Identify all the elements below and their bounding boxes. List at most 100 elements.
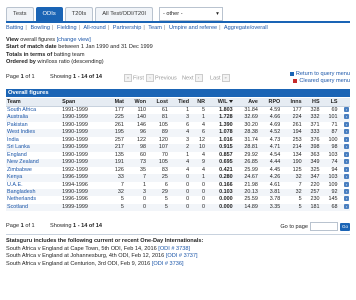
match-link[interactable]: [ODI # 3737] <box>166 253 198 259</box>
cell-ls: 92 <box>320 188 339 197</box>
cell-inns: 253 <box>292 136 302 143</box>
cell-ls: 98 <box>320 144 339 152</box>
tab-tests[interactable]: Tests <box>6 7 34 21</box>
row-details-icon[interactable]: › <box>344 114 349 120</box>
cell-rpo: 4.45 <box>269 166 281 173</box>
page-label-bottom: Page <box>6 223 20 229</box>
row-details-icon[interactable]: › <box>344 151 349 157</box>
tab-t20is[interactable]: T20Is <box>64 7 94 21</box>
last-button[interactable]: Last» <box>210 74 231 82</box>
row-details-icon[interactable]: › <box>344 159 349 165</box>
table-row: Scotland 1999-1999 5 0 5 0 0 0.000 14.89 3.35 5 181… <box>6 203 350 212</box>
cell-nr: 0 <box>190 203 207 212</box>
row-details-icon[interactable]: › <box>344 136 349 142</box>
showing-indicator: Showing 1 - 14 of 14 <box>50 74 102 80</box>
cell-won: 146 <box>137 121 147 128</box>
row-details-icon[interactable]: › <box>344 174 349 180</box>
nav-partnership[interactable]: Partnership <box>113 25 142 31</box>
row-details-icon[interactable]: › <box>344 181 349 187</box>
return-query-link[interactable]: Return to query menu <box>296 71 350 77</box>
column-header-ave[interactable]: Ave <box>233 98 259 107</box>
goto-page: Go to page Go <box>280 222 350 231</box>
cell-team[interactable]: Netherlands <box>6 196 61 203</box>
row-details-cell: › <box>338 174 350 182</box>
cell-ave: 26.85 <box>233 159 259 167</box>
other-format-select[interactable]: - other - ▾ <box>158 7 223 21</box>
next-button[interactable]: Next › <box>182 74 204 82</box>
row-details-icon[interactable]: › <box>344 166 349 172</box>
nav-all-round[interactable]: All-round <box>83 25 105 31</box>
go-button[interactable]: Go <box>340 222 350 231</box>
column-header-wl[interactable]: W/L <box>206 98 234 107</box>
table-body: South Africa 1991-1999 177 110 61 1 5 1.803 31.8… <box>6 107 350 212</box>
nav-umpire-referee[interactable]: Umpire and referee <box>169 25 217 31</box>
cell-team[interactable]: U.A.E. <box>6 182 61 189</box>
column-header-won[interactable]: Won <box>124 98 148 107</box>
row-details-icon[interactable]: › <box>344 203 349 209</box>
cell-team[interactable]: Bangladesh <box>6 188 62 197</box>
cell-ave: 29.92 <box>244 151 258 158</box>
match-link[interactable]: [ODI # 3738] <box>158 246 190 252</box>
column-header-mat[interactable]: Mat <box>106 98 125 107</box>
column-header-hs[interactable]: HS <box>302 98 321 107</box>
nav-bowling[interactable]: Bowling <box>30 25 50 31</box>
row-details-icon[interactable]: › <box>344 196 349 202</box>
goto-page-input[interactable] <box>310 222 338 231</box>
nav-aggregate[interactable]: Aggregate/overall <box>224 25 268 31</box>
showing-indicator-bottom: Showing 1 - 14 of 14 <box>50 223 102 229</box>
cell-mat: 5 <box>106 203 125 212</box>
previous-button[interactable]: ‹ Previous <box>146 74 177 82</box>
cell-lost: 107 <box>147 144 169 152</box>
cell-team[interactable]: South Africa <box>6 107 61 115</box>
change-view-link[interactable]: [change view] <box>57 37 91 43</box>
match-link[interactable]: [ODI # 3736] <box>152 261 184 267</box>
cell-team[interactable]: England <box>6 152 61 159</box>
cell-ave: 30.20 <box>244 121 258 128</box>
table-row: Sri Lanka 1990-1999 217 98 107 2 10 0.915 28.81 4… <box>6 144 350 152</box>
cell-ave: 31.84 <box>244 107 258 113</box>
column-header-ls[interactable]: LS <box>320 98 339 107</box>
cell-team[interactable]: Zimbabwe <box>6 167 61 174</box>
column-header-nr[interactable]: NR <box>190 98 207 107</box>
row-details-icon[interactable]: › <box>344 107 349 112</box>
cell-nr: 4 <box>202 121 206 128</box>
cell-team[interactable]: Kenya <box>6 174 62 182</box>
cell-team[interactable]: Pakistan <box>6 122 61 129</box>
tab-odis[interactable]: ODIs <box>35 7 63 21</box>
date-line: Start of match date between 1 Jan 1990 a… <box>6 44 153 51</box>
cell-team[interactable]: West Indies <box>6 129 62 137</box>
row-details-icon[interactable]: › <box>344 129 349 135</box>
row-details-cell: › <box>338 159 350 167</box>
column-header-lost[interactable]: Lost <box>147 98 169 107</box>
cell-nr: 0 <box>202 196 206 203</box>
row-details-icon[interactable]: › <box>344 188 349 194</box>
cell-team[interactable]: Sri Lanka <box>6 144 62 152</box>
cell-ave: 31.74 <box>244 136 258 143</box>
cell-mat: 191 <box>106 159 125 167</box>
cell-team[interactable]: India <box>6 137 61 144</box>
cell-won: 96 <box>124 129 148 137</box>
cleared-query-link[interactable]: Cleared query menu <box>299 78 350 84</box>
next-icon: › <box>194 74 203 82</box>
cell-ls: 71 <box>331 121 338 128</box>
nav-batting[interactable]: Batting <box>6 25 23 31</box>
column-header-tied[interactable]: Tied <box>168 98 191 107</box>
cell-lost: 89 <box>147 129 169 137</box>
column-header-inns[interactable]: Inns <box>281 98 303 107</box>
table-row: West Indies 1990-1999 195 96 89 4 6 1.078 28.38 4… <box>6 129 350 137</box>
cell-team[interactable]: Australia <box>6 114 62 122</box>
row-details-icon[interactable]: › <box>344 121 349 127</box>
row-details-icon[interactable]: › <box>344 144 349 150</box>
cell-ls: 94 <box>331 166 338 173</box>
first-button[interactable]: «First <box>124 74 144 82</box>
nav-fielding[interactable]: Fielding <box>57 25 77 31</box>
cell-ls: 103 <box>320 174 339 182</box>
cell-team[interactable]: New Zealand <box>6 159 62 167</box>
nav-team[interactable]: Team <box>148 25 162 31</box>
column-header-team[interactable]: Team <box>6 98 62 107</box>
column-header-rpo[interactable]: RPO <box>258 98 282 107</box>
cell-team[interactable]: Scotland <box>6 203 62 212</box>
tab-all-formats[interactable]: All Test/ODI/T20I <box>95 7 153 21</box>
cell-rpo: 4.59 <box>269 107 281 113</box>
column-header-span[interactable]: Span <box>61 98 107 107</box>
